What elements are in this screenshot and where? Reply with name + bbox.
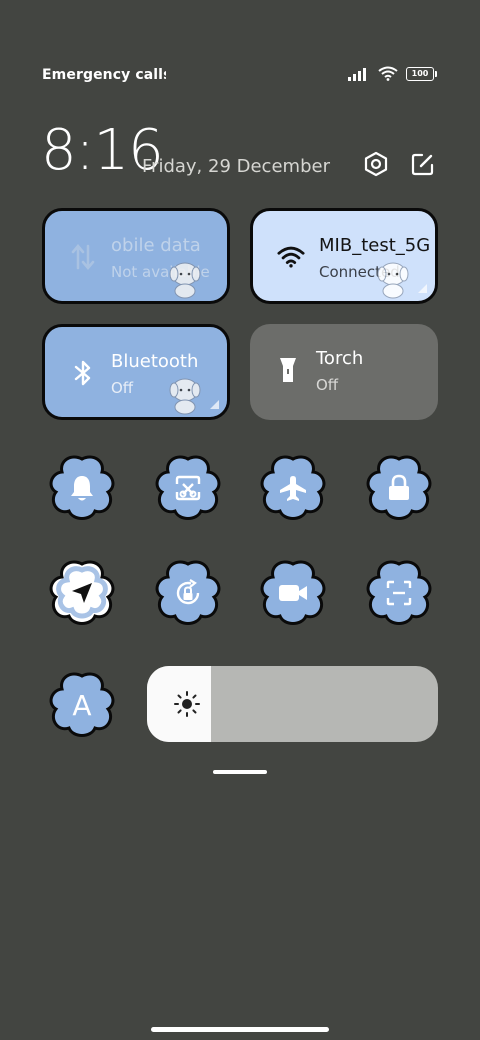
screen-cast-icon (153, 453, 223, 523)
tile-label: MIB_test_5G (319, 235, 431, 256)
home-indicator[interactable] (151, 1027, 329, 1032)
battery-icon: 100 (406, 66, 437, 81)
wifi-status-icon (378, 66, 398, 81)
dog-sticker-icon (377, 262, 409, 299)
sound-toggle[interactable] (47, 453, 117, 523)
tile-label: Bluetooth (111, 351, 199, 372)
location-toggle[interactable] (47, 558, 117, 628)
mobile-data-icon (69, 243, 97, 271)
edit-icon[interactable] (408, 149, 438, 179)
bluetooth-tile[interactable]: Bluetooth Off (42, 324, 230, 420)
airplane-icon (258, 453, 328, 523)
tile-label: Torch (316, 348, 364, 369)
dog-sticker-icon (169, 378, 201, 415)
font-size-toggle[interactable]: A (47, 670, 117, 740)
brightness-slider[interactable] (147, 666, 438, 742)
font-size-icon: A (47, 670, 117, 740)
screen-cast-toggle[interactable] (153, 453, 223, 523)
expand-indicator (210, 400, 219, 409)
clock-date[interactable]: Friday, 29 December (142, 156, 330, 177)
tile-label: obile data (111, 235, 201, 256)
location-icon (47, 558, 117, 628)
bell-icon (47, 453, 117, 523)
torch-icon (274, 356, 302, 384)
rotation-lock-toggle[interactable] (153, 558, 223, 628)
screen-record-toggle[interactable] (258, 558, 328, 628)
video-camera-icon (258, 558, 328, 628)
rotation-lock-icon (153, 558, 223, 628)
settings-icon[interactable] (361, 149, 391, 179)
tile-status: Off (316, 376, 339, 394)
lock-icon (364, 453, 434, 523)
torch-tile[interactable]: Torch Off (250, 324, 438, 420)
bluetooth-icon (69, 359, 97, 387)
scanner-toggle[interactable] (364, 558, 434, 628)
dog-sticker-icon (169, 262, 201, 299)
lock-toggle[interactable] (364, 453, 434, 523)
status-carrier-text: Emergency calls o (42, 67, 166, 83)
tile-status: Off (111, 379, 134, 397)
panel-drag-handle[interactable] (213, 770, 267, 774)
wifi-icon (277, 243, 305, 271)
scan-icon (364, 558, 434, 628)
status-icons: 100 (348, 66, 437, 81)
sun-icon (174, 691, 200, 717)
airplane-toggle[interactable] (258, 453, 328, 523)
expand-indicator (418, 284, 427, 293)
signal-icon (348, 67, 366, 81)
wifi-tile[interactable]: MIB_test_5G Connected (250, 208, 438, 304)
font-size-label: A (72, 688, 92, 722)
mobile-data-tile[interactable]: obile data Not available (42, 208, 230, 304)
